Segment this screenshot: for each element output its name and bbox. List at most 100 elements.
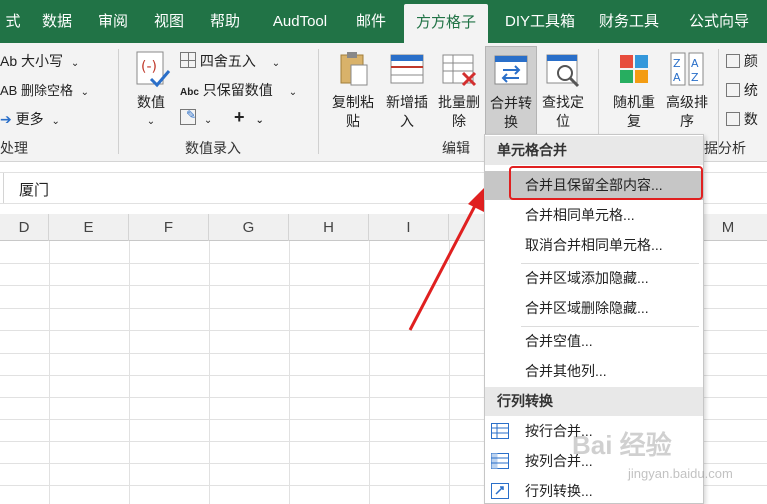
plus-button[interactable]: + ⌄ (234, 107, 264, 128)
chevron-down-icon: ⌄ (80, 87, 89, 98)
highlight-box (509, 166, 703, 200)
group-label-numeric: 数值录入 (185, 140, 241, 156)
menu-section-row-column-convert: 行列转换 (485, 387, 703, 416)
chevron-down-icon: ⌄ (203, 115, 213, 126)
merge-convert-icon (494, 55, 528, 85)
formula-bar-value: 厦门 (19, 182, 50, 199)
find-locate-label: 查找定位 (542, 94, 584, 129)
chevron-down-icon: ⌄ (51, 116, 60, 127)
data-icon (726, 112, 740, 126)
tab-mail[interactable]: 邮件 (352, 0, 390, 43)
gridline (369, 241, 370, 504)
table-columns-icon (491, 453, 509, 469)
batch-delete-label: 批量删除 (438, 94, 480, 129)
copy-paste-label: 复制粘贴 (332, 94, 374, 129)
svg-text:A: A (673, 71, 681, 84)
chevron-down-icon: ⌄ (70, 58, 80, 69)
color-button[interactable]: 颜 (726, 51, 758, 71)
tab-fangfang-gezi[interactable]: 方方格子 (404, 4, 488, 43)
arrow-right-icon: ➔ (0, 111, 12, 127)
tab-view[interactable]: 视图 (150, 0, 188, 43)
chevron-down-icon: ⌄ (255, 115, 264, 126)
tab-formula-wizard[interactable]: 公式向导 (680, 0, 758, 43)
stats-button[interactable]: 统 (726, 80, 758, 100)
group-label-edit: 编辑 (442, 140, 470, 156)
random-repeat-button[interactable]: 随机重复 (606, 49, 662, 131)
tab-formulas[interactable]: 式 (0, 0, 26, 43)
divider (318, 49, 319, 154)
svg-text:Z: Z (673, 57, 681, 70)
tab-audtool[interactable]: AudTool (262, 0, 338, 43)
tab-help[interactable]: 帮助 (206, 0, 244, 43)
svg-text:(-): (-) (141, 59, 157, 75)
advanced-sort-button[interactable]: Z A A Z 高级排序 (662, 49, 712, 131)
edit-options-button[interactable]: ✎ ⌄ (180, 108, 213, 126)
random-repeat-icon (620, 55, 648, 83)
merge-convert-label: 合并转换 (490, 95, 532, 130)
magnifier-icon (546, 54, 580, 88)
case-button[interactable]: Ab 大小写 ⌄ (0, 51, 79, 71)
pencil-icon: ✎ (180, 108, 196, 125)
column-header-h[interactable]: H (289, 214, 369, 241)
ribbon-tab-bar: 式 数据 审阅 视图 帮助 AudTool 邮件 方方格子 DIY工具箱 财务工… (0, 0, 767, 43)
insert-rows-icon (390, 54, 424, 84)
color-label: 颜 (743, 53, 758, 69)
baidu-watermark-url: jingyan.baidu.com (628, 466, 733, 481)
trim-spaces-button[interactable]: AB 删除空格 ⌄ (0, 80, 89, 99)
find-locate-button[interactable]: 查找定位 (538, 49, 588, 131)
tab-diy-toolbox[interactable]: DIY工具箱 (497, 0, 583, 43)
menu-item-merge-other-columns[interactable]: 合并其他列... (485, 357, 703, 386)
column-header-g[interactable]: G (209, 214, 289, 241)
menu-item-label: 行列转换... (525, 483, 593, 499)
random-repeat-label: 随机重复 (613, 94, 655, 129)
baidu-watermark: Bai 经验 (572, 430, 672, 460)
menu-item-transpose[interactable]: 行列转换... (485, 477, 703, 504)
gridline (49, 241, 50, 504)
data-button[interactable]: 数 (726, 109, 758, 129)
menu-item-merge-remove-hidden[interactable]: 合并区域删除隐藏... (485, 294, 703, 323)
group-label-text-processing: 处理 (0, 140, 28, 156)
value-label: 数值 (137, 94, 165, 110)
trim-spaces-label: AB 删除空格 (0, 83, 73, 98)
insert-button[interactable]: 新增插入 (382, 49, 432, 131)
value-icon: (-) (136, 51, 171, 88)
column-header-e[interactable]: E (49, 214, 129, 241)
data-label: 数 (743, 111, 758, 127)
menu-section-cell-merge: 单元格合并 (485, 136, 703, 165)
svg-text:Z: Z (691, 71, 699, 84)
menu-item-merge-same-cells[interactable]: 合并相同单元格... (485, 201, 703, 230)
more-button[interactable]: ➔ 更多 ⌄ (0, 109, 60, 129)
tab-finance-tools[interactable]: 财务工具 (593, 0, 665, 43)
table-rows-icon (491, 423, 509, 439)
tab-review[interactable]: 审阅 (94, 0, 132, 43)
plus-icon: + (234, 107, 245, 127)
menu-item-merge-blanks[interactable]: 合并空值... (485, 327, 703, 356)
chevron-down-icon: ⌄ (288, 87, 298, 98)
sort-az-icon: Z A A Z (670, 52, 704, 86)
insert-label: 新增插入 (386, 94, 428, 129)
menu-item-merge-add-hidden[interactable]: 合并区域添加隐藏... (485, 264, 703, 293)
copy-paste-button[interactable]: 复制粘贴 (328, 49, 378, 131)
divider (118, 49, 119, 154)
column-header-d[interactable]: D (0, 214, 49, 241)
svg-text:A: A (691, 57, 699, 70)
keep-values-button[interactable]: Abc 只保留数值 ⌄ (180, 80, 297, 100)
chevron-down-icon: ⌄ (146, 116, 156, 127)
grid-icon (180, 52, 196, 68)
group-label-analysis: 据分析 (704, 140, 746, 156)
stats-icon (726, 83, 740, 97)
gridline (289, 241, 290, 504)
chevron-down-icon: ⌄ (271, 58, 281, 69)
merge-convert-button[interactable]: 合并转换 (485, 46, 537, 136)
more-label: 更多 (15, 111, 44, 127)
advanced-sort-label: 高级排序 (666, 94, 708, 129)
batch-delete-button[interactable]: 批量删除 (434, 49, 484, 131)
tab-data[interactable]: 数据 (38, 0, 76, 43)
column-header-f[interactable]: F (129, 214, 209, 241)
value-button[interactable]: (-) 数值 ⌄ (128, 49, 174, 131)
menu-item-unmerge-same-cells[interactable]: 取消合并相同单元格... (485, 231, 703, 260)
round-button[interactable]: 四舍五入 ⌄ (180, 51, 280, 71)
gridline (209, 241, 210, 504)
transpose-icon (491, 483, 509, 499)
divider (0, 173, 4, 203)
